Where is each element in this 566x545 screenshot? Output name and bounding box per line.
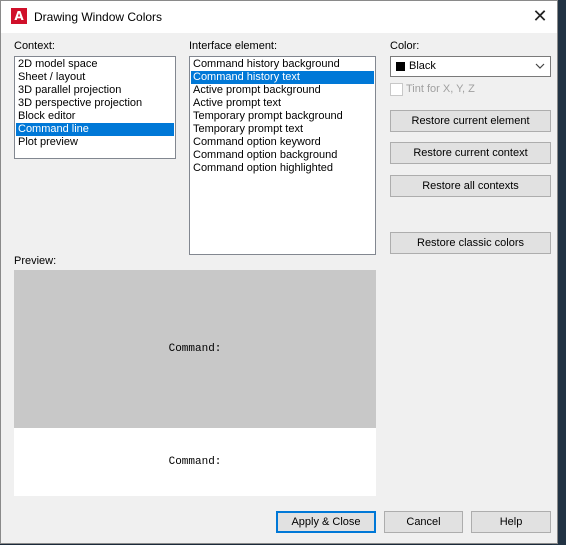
help-button[interactable]: Help xyxy=(471,511,551,533)
list-item[interactable]: Command history text xyxy=(191,71,374,84)
context-listbox[interactable]: 2D model space Sheet / layout 3D parallel … xyxy=(14,56,176,159)
list-item[interactable]: Block editor xyxy=(16,110,174,123)
autocad-icon: A xyxy=(11,8,27,24)
color-value: Black xyxy=(409,60,436,72)
preview-history-text: Command: xyxy=(168,343,222,355)
chevron-down-icon xyxy=(535,63,545,69)
list-item[interactable]: Active prompt background xyxy=(191,84,374,97)
color-label: Color: xyxy=(390,40,420,52)
restore-classic-colors-button[interactable]: Restore classic colors xyxy=(390,232,551,254)
list-item[interactable]: Sheet / layout xyxy=(16,71,174,84)
list-item[interactable]: Command history background xyxy=(191,58,374,71)
list-item[interactable]: 3D parallel projection xyxy=(16,84,174,97)
cancel-button[interactable]: Cancel xyxy=(384,511,463,533)
list-item[interactable]: Command option background xyxy=(191,149,374,162)
list-item[interactable]: Command option keyword xyxy=(191,136,374,149)
interface-element-label: Interface element: xyxy=(189,40,278,52)
list-item[interactable]: 2D model space xyxy=(16,58,174,71)
color-swatch xyxy=(396,62,405,71)
list-item[interactable]: Command line xyxy=(16,123,174,136)
list-item[interactable]: 3D perspective projection xyxy=(16,97,174,110)
tint-label: Tint for X, Y, Z xyxy=(406,83,475,95)
restore-current-element-button[interactable]: Restore current element xyxy=(390,110,551,132)
restore-current-context-button[interactable]: Restore current context xyxy=(390,142,551,164)
dialog-title: Drawing Window Colors xyxy=(34,10,163,24)
list-item[interactable]: Command option highlighted xyxy=(191,162,374,175)
tint-checkbox[interactable] xyxy=(390,83,403,96)
preview-active-prompt: Command: xyxy=(14,428,376,496)
drawing-window-colors-dialog: A Drawing Window Colors ✕ Context: 2D mo… xyxy=(0,0,558,544)
preview-label: Preview: xyxy=(14,255,57,267)
apply-close-button[interactable]: Apply & Close xyxy=(276,511,376,533)
list-item[interactable]: Active prompt text xyxy=(191,97,374,110)
color-dropdown[interactable]: Black xyxy=(390,56,551,77)
close-icon[interactable]: ✕ xyxy=(523,1,557,33)
interface-element-listbox[interactable]: Command history background Command histor… xyxy=(189,56,376,255)
preview-prompt-text: Command: xyxy=(168,456,222,468)
list-item[interactable]: Temporary prompt background xyxy=(191,110,374,123)
list-item[interactable]: Plot preview xyxy=(16,136,174,149)
preview-command-history: Command: xyxy=(14,270,376,428)
list-item[interactable]: Temporary prompt text xyxy=(191,123,374,136)
restore-all-contexts-button[interactable]: Restore all contexts xyxy=(390,175,551,197)
title-bar[interactable]: A Drawing Window Colors ✕ xyxy=(1,1,557,33)
context-label: Context: xyxy=(14,40,55,52)
